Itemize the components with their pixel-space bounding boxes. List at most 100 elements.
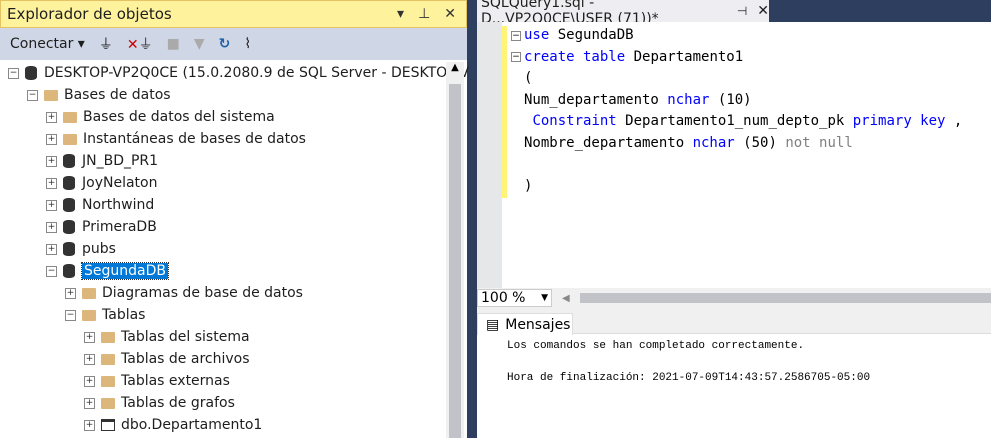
tree-node[interactable]: + dbo.Departamento1 [0, 414, 446, 436]
tree-scrollbar[interactable]: ▲ [446, 62, 464, 438]
tree-node[interactable]: + JN_BD_PR1 [0, 150, 446, 172]
tree-node-label[interactable]: Northwind [82, 197, 154, 213]
tree-node-label[interactable]: Bases de datos [64, 87, 171, 103]
scroll-thumb[interactable] [449, 84, 461, 438]
tree-node[interactable]: + pubs [0, 238, 446, 260]
code-token: ) [524, 177, 533, 194]
folder-icon [101, 331, 115, 343]
tree-node-label[interactable]: Tablas de grafos [121, 395, 235, 411]
expand-icon[interactable]: + [46, 111, 57, 123]
tree-node-label[interactable]: SegundaDB [81, 262, 169, 280]
tree-node[interactable]: + JoyNelaton [0, 172, 446, 194]
zoom-bar: 100 % ▼ ◀ [477, 288, 991, 308]
fold-icon[interactable]: − [511, 52, 521, 62]
changed-lines-marker [502, 26, 507, 198]
expand-icon[interactable]: + [65, 287, 76, 299]
close-icon[interactable]: ✕ [444, 6, 456, 22]
code-line: create table Departamento1 [524, 47, 962, 69]
expand-icon[interactable]: + [84, 419, 95, 431]
tree-node-label[interactable]: Diagramas de base de datos [102, 285, 303, 301]
table-icon [101, 419, 115, 431]
expand-icon[interactable]: + [46, 199, 57, 211]
scroll-up-icon[interactable]: ▲ [446, 62, 464, 73]
tree-node-label[interactable]: pubs [82, 241, 116, 257]
code-token: Num_departamento [524, 91, 668, 108]
code-line: Nombre_departamento nchar (50) not null [524, 133, 962, 155]
collapse-icon[interactable]: − [27, 89, 38, 101]
tree-node[interactable]: + Instantáneas de bases de datos [0, 128, 446, 150]
tree-node-label[interactable]: Bases de datos del sistema [83, 109, 275, 125]
code-token: , [953, 113, 963, 129]
message-line [507, 356, 991, 372]
filter-icon[interactable]: ▼ [194, 36, 205, 52]
tree-node[interactable]: + Bases de datos del sistema [0, 106, 446, 128]
message-line: Los comandos se han completado correctam… [507, 340, 805, 352]
expand-icon[interactable]: + [46, 133, 57, 145]
expand-icon[interactable]: + [46, 243, 57, 255]
tree-node[interactable]: + Tablas de grafos [0, 392, 446, 414]
tree-node[interactable]: + PrimeraDB [0, 216, 446, 238]
folder-icon [63, 133, 77, 145]
tree-node[interactable]: + Tablas de archivos [0, 348, 446, 370]
code-line: Constraint Departamento1_num_depto_pk pr… [524, 111, 962, 133]
tree-node-label[interactable]: Tablas externas [121, 373, 230, 389]
code-token: (10) [717, 91, 752, 108]
db-icon [63, 242, 75, 256]
connect-button[interactable]: Conectar ▾ [10, 36, 85, 52]
collapse-icon[interactable]: − [8, 67, 19, 79]
zoom-select[interactable]: 100 % ▼ [477, 289, 552, 307]
db-icon [63, 220, 75, 234]
pin-icon[interactable]: ⊥ [418, 6, 430, 22]
document-tabs: SQLQuery1.sql - D...VP2Q0CE\USER (71))* ⊣… [477, 0, 991, 27]
tree-node[interactable]: − Tablas [0, 304, 446, 326]
scroll-left-icon[interactable]: ◀ [562, 293, 570, 304]
expand-icon[interactable]: + [46, 221, 57, 233]
tree-node[interactable]: + Diagramas de base de datos [0, 282, 446, 304]
panel-title: Explorador de objetos [7, 5, 172, 23]
refresh-icon[interactable]: ↻ [219, 36, 231, 52]
code-token: Departamento1_num_depto_pk [625, 113, 853, 129]
tree-node-label[interactable]: PrimeraDB [82, 219, 157, 235]
tree-node-label[interactable]: JoyNelaton [82, 175, 157, 191]
tree-node-label[interactable]: Tablas del sistema [121, 329, 250, 345]
object-tree: − DESKTOP-VP2Q0CE (15.0.2080.9 de SQL Ser… [0, 62, 469, 436]
tree-node-label[interactable]: JN_BD_PR1 [82, 153, 158, 169]
horizontal-scrollbar[interactable] [580, 293, 991, 303]
activity-monitor-icon[interactable]: ⌇ [244, 36, 251, 52]
tree-node-label[interactable]: Tablas [102, 307, 145, 323]
fold-icon[interactable]: − [511, 31, 521, 41]
tree-node-label[interactable]: Instantáneas de bases de datos [83, 131, 306, 147]
tree-node[interactable]: − SegundaDB [0, 260, 446, 282]
expand-icon[interactable]: + [84, 331, 95, 343]
tree-node-label[interactable]: Tablas de archivos [121, 351, 250, 367]
expand-icon[interactable]: + [46, 177, 57, 189]
tree-node[interactable]: + Tablas externas [0, 370, 446, 392]
dropdown-icon[interactable]: ▾ [397, 6, 404, 22]
connect-plug-icon[interactable]: ⏚ [99, 34, 113, 54]
object-explorer-toolbar: Conectar ▾ ⏚ ✕⏚ ■ ▼ ↻ ⌇ [0, 28, 467, 60]
collapse-icon[interactable]: − [46, 265, 57, 277]
sql-editor[interactable]: − − use SegundaDB create table Departamen… [477, 22, 991, 288]
tree-node-label[interactable]: dbo.Departamento1 [121, 417, 262, 433]
tree-node[interactable]: − Bases de datos [0, 84, 446, 106]
code-token: not null [785, 134, 853, 151]
tab-sqlquery1[interactable]: SQLQuery1.sql - D...VP2Q0CE\USER (71))* ⊣… [477, 0, 769, 27]
collapse-icon[interactable]: − [65, 309, 76, 321]
pin-icon[interactable]: ⊣ [737, 4, 747, 18]
tree-node-label[interactable]: DESKTOP-VP2Q0CE (15.0.2080.9 de SQL Serv… [44, 65, 469, 81]
folder-icon [101, 375, 115, 387]
code-token: primary key [852, 113, 946, 129]
expand-icon[interactable]: + [84, 353, 95, 365]
tab-messages[interactable]: ▤ Mensajes [477, 313, 573, 335]
tree-node[interactable]: + Tablas del sistema [0, 326, 446, 348]
disconnect-icon[interactable]: ✕⏚ [127, 34, 153, 54]
expand-icon[interactable]: + [46, 155, 57, 167]
tree-node[interactable]: + Northwind [0, 194, 446, 216]
close-tab-icon[interactable]: ✕ [757, 3, 769, 19]
expand-icon[interactable]: + [84, 375, 95, 387]
expand-icon[interactable]: + [84, 397, 95, 409]
tree-node[interactable]: − DESKTOP-VP2Q0CE (15.0.2080.9 de SQL Ser… [0, 62, 469, 84]
query-editor-panel: SQLQuery1.sql - D...VP2Q0CE\USER (71))* ⊣… [477, 0, 991, 438]
stop-icon[interactable]: ■ [167, 36, 180, 52]
code-line: ) [524, 176, 962, 198]
